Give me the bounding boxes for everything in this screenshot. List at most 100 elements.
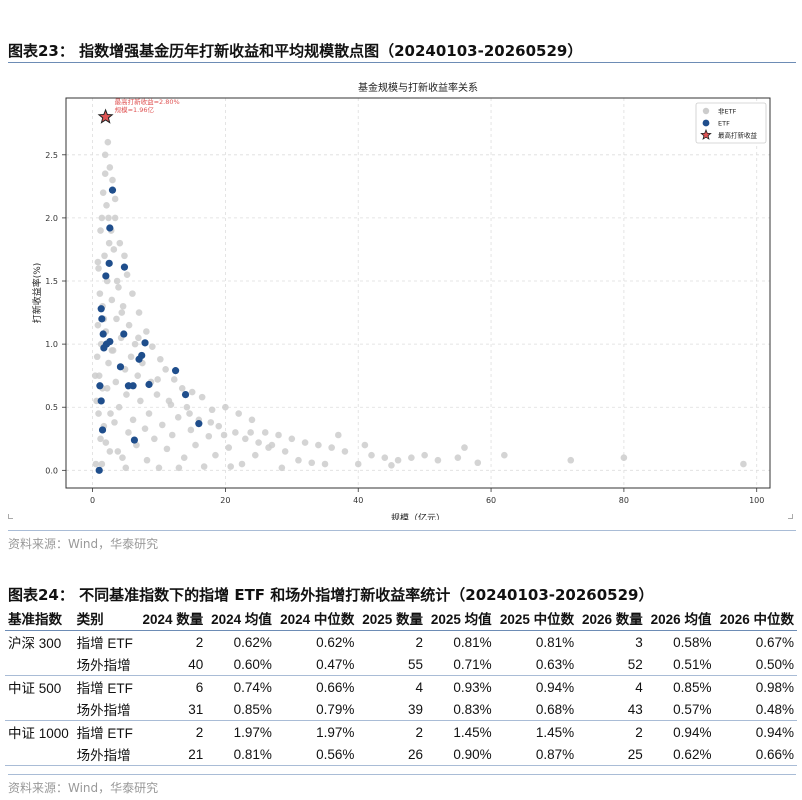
y-tick-label: 2.5 (45, 151, 58, 160)
non-etf-point (187, 426, 195, 434)
non-etf-point (118, 309, 126, 316)
non-etf-point (265, 444, 272, 451)
non-etf-point (178, 384, 186, 392)
table-row: 中证 500 指增 ETF 6 0.74% 0.66% 4 0.93% 0.94% 4 0.85%… (5, 676, 797, 699)
non-etf-point (125, 429, 132, 436)
non-etf-point (198, 393, 206, 401)
x-tick-label: 40 (353, 496, 363, 505)
non-etf-point (251, 451, 259, 459)
non-etf-point (208, 406, 216, 414)
table-cell: 43 (577, 698, 646, 721)
non-etf-point (222, 403, 229, 411)
non-etf-point (163, 445, 171, 453)
non-etf-point (116, 239, 124, 247)
non-etf-point (135, 334, 142, 342)
table-cell: 2 (195, 724, 204, 740)
table-cell: 0.60% (206, 653, 275, 676)
non-etf-point (381, 454, 389, 462)
non-etf-point (151, 435, 158, 443)
table-row: 场外指增 31 0.85% 0.79% 39 0.83% 0.68% 43 0.57% 0.48% (5, 698, 797, 721)
non-etf-point (91, 372, 99, 379)
non-etf-point (281, 448, 289, 455)
non-etf-point (335, 431, 342, 439)
table-cell: 场外指增 (73, 653, 138, 676)
table-cell: 2 (415, 724, 424, 740)
etf-point (100, 344, 108, 352)
stats-table: 基准指数 类别 2024 数量 2024 均值 2024 中位数 2025 数量 2025 … (5, 606, 797, 766)
table-cell: 0.81% (453, 634, 492, 650)
non-etf-point (315, 441, 322, 449)
etf-point (95, 466, 103, 474)
non-etf-point (388, 461, 395, 469)
etf-point (145, 380, 153, 389)
non-etf-point (220, 431, 228, 439)
non-etf-point (105, 239, 113, 247)
table-cell: 0.47% (274, 653, 358, 676)
column-header: 2025 中位数 (494, 606, 578, 631)
non-etf-point (157, 355, 164, 363)
etf-point (195, 420, 203, 428)
table-cell: 0.85% (206, 698, 275, 721)
non-etf-point (101, 252, 108, 260)
table-cell: 40 (137, 653, 207, 676)
non-etf-point (98, 214, 106, 222)
table-cell: 0.71% (426, 653, 495, 676)
non-etf-point (361, 441, 369, 449)
non-etf-point (162, 366, 169, 373)
column-header: 2026 数量 (577, 606, 646, 631)
scatter-chart: 0 20 40 60 80 100 0.0 0.5 1.0 1.5 2.0 2.5 基金规模与打新收益率… (31, 81, 771, 524)
table-cell: 0.63% (494, 653, 578, 676)
non-etf-point (97, 227, 104, 234)
non-etf-point (215, 422, 223, 430)
non-etf-point (141, 425, 149, 432)
non-etf-point (170, 376, 178, 383)
non-etf-point (328, 444, 335, 451)
etf-point (96, 382, 104, 390)
non-etf-point (227, 463, 235, 470)
non-etf-point (111, 195, 119, 203)
y-axis-label: 打新收益率(%) (31, 263, 43, 324)
x-tick-label: 0 (90, 496, 95, 505)
non-etf-point (341, 448, 349, 455)
non-etf-point (183, 403, 191, 411)
table-cell: 0.81% (206, 743, 275, 766)
source-rule (8, 530, 796, 531)
non-etf-point (113, 315, 120, 323)
etf-point (105, 259, 113, 267)
non-etf-point (421, 451, 428, 459)
table-cell: 0.58% (673, 634, 712, 650)
table-cell: 3 (635, 634, 643, 650)
column-header: 2025 均值 (426, 606, 495, 631)
non-etf-point (354, 460, 362, 468)
table-cell: 0.62% (645, 743, 715, 766)
table-cell: 2 (415, 634, 424, 650)
table-cell: 0.98% (755, 679, 794, 695)
non-etf-point (461, 444, 468, 451)
non-etf-point (125, 321, 133, 329)
non-etf-point (168, 431, 176, 439)
non-etf-point (212, 451, 219, 459)
non-etf-point (135, 309, 143, 316)
non-etf-point (232, 429, 239, 436)
non-etf-point (105, 214, 112, 222)
table-cell (5, 653, 74, 676)
table-cell: 场外指增 (73, 698, 138, 721)
chart-title: 基金规模与打新收益率关系 (358, 81, 478, 94)
non-etf-point (261, 429, 269, 436)
column-header: 2025 数量 (357, 606, 427, 631)
x-tick-label: 100 (749, 496, 764, 505)
table-cell: 0.50% (714, 653, 797, 676)
non-etf-point (122, 464, 130, 472)
table-cell: 指增 ETF (76, 636, 133, 651)
table-cell: 0.93% (453, 679, 492, 695)
table-cell: 0.66% (316, 679, 355, 695)
column-header: 2024 中位数 (274, 606, 358, 631)
etf-point (141, 339, 149, 347)
figure-24-source: 资料来源：Wind，华泰研究 (8, 781, 159, 795)
table-cell: 0.94% (755, 724, 794, 740)
column-header: 基准指数 (5, 606, 74, 631)
non-etf-point (108, 296, 116, 304)
non-etf-point (119, 302, 127, 310)
table-cell: 0.62% (233, 634, 272, 650)
etf-point (98, 315, 106, 323)
